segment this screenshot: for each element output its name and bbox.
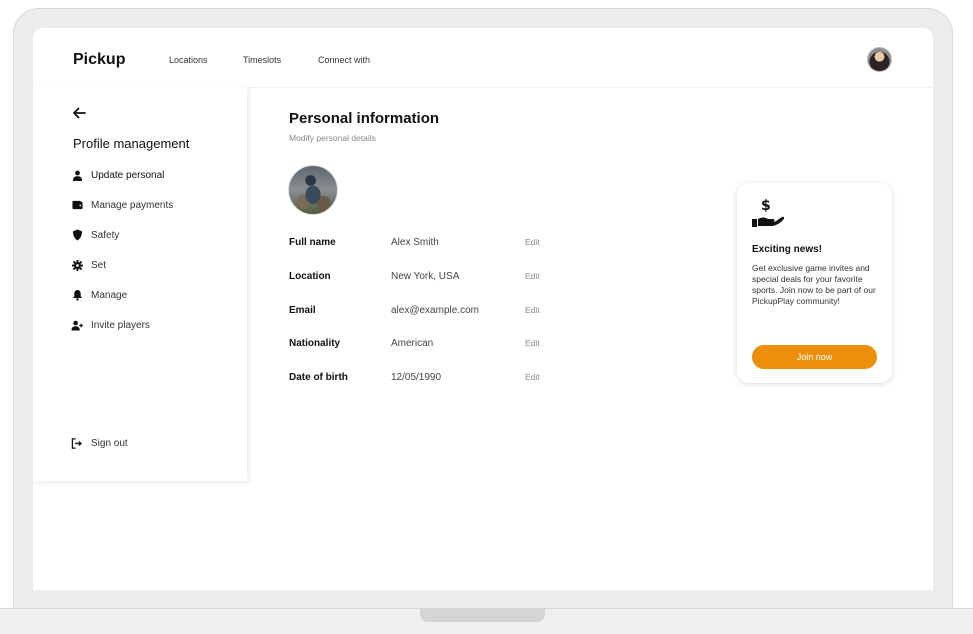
field-label: Date of birth <box>289 372 348 383</box>
edit-full-name-button[interactable]: Edit <box>525 237 540 247</box>
nav-connect-with[interactable]: Connect with <box>318 55 370 65</box>
user-icon <box>71 169 83 181</box>
field-label: Nationality <box>289 338 341 349</box>
info-row-full-name: Full name Alex Smith Edit <box>289 237 549 251</box>
edit-date-of-birth-button[interactable]: Edit <box>525 372 540 382</box>
join-now-button[interactable]: Join now <box>752 345 877 369</box>
field-value: 12/05/1990 <box>391 372 442 383</box>
hand-dollar-icon: $ <box>751 197 785 229</box>
edit-email-button[interactable]: Edit <box>525 305 540 315</box>
info-row-location: Location New York, USA Edit <box>289 271 549 285</box>
sidebar-item-update-personal[interactable]: Update personal <box>71 168 164 182</box>
sidebar-item-invite-players[interactable]: Invite players <box>71 318 150 332</box>
sidebar: Profile management Update personal Manag… <box>33 87 247 481</box>
nav-locations[interactable]: Locations <box>169 55 208 65</box>
sidebar-item-manage-payments[interactable]: Manage payments <box>71 198 173 212</box>
sidebar-item-label: Manage <box>91 289 128 301</box>
field-label: Location <box>289 271 331 282</box>
sidebar-item-label: Safety <box>91 229 120 241</box>
promo-description: Get exclusive game invites and special d… <box>752 263 876 306</box>
field-value: New York, USA <box>391 271 460 282</box>
edit-nationality-button[interactable]: Edit <box>525 338 540 348</box>
edit-location-button[interactable]: Edit <box>525 271 540 281</box>
sidebar-item-manage[interactable]: Manage <box>71 288 127 302</box>
promo-title: Exciting news! <box>752 244 823 255</box>
shield-icon <box>71 229 83 241</box>
field-value: Alex Smith <box>391 237 439 248</box>
nav-timeslots[interactable]: Timeslots <box>243 55 281 65</box>
sidebar-item-label: Invite players <box>91 319 150 331</box>
sign-out-button[interactable]: Sign out <box>71 436 128 450</box>
page-title: Personal information <box>289 110 440 127</box>
bell-icon <box>71 289 83 301</box>
sidebar-item-label: Set <box>91 259 107 271</box>
field-label: Email <box>289 305 316 316</box>
info-row-email: Email alex@example.com Edit <box>289 305 549 319</box>
sign-out-label: Sign out <box>91 437 128 449</box>
laptop-notch <box>420 609 545 622</box>
brand-logo[interactable]: Pickup <box>73 51 125 69</box>
field-label: Full name <box>289 237 336 248</box>
sidebar-item-safety[interactable]: Safety <box>71 228 119 242</box>
field-value: alex@example.com <box>391 305 479 316</box>
sidebar-item-label: Update personal <box>91 169 165 181</box>
field-value: American <box>391 338 434 349</box>
page-subtitle: Modify personal details <box>289 133 376 143</box>
svg-text:$: $ <box>761 198 771 214</box>
user-plus-icon <box>71 319 83 331</box>
info-row-date-of-birth: Date of birth 12/05/1990 Edit <box>289 372 549 386</box>
top-navbar: Pickup Locations Timeslots Connect with <box>33 28 933 88</box>
back-arrow-icon[interactable] <box>71 105 87 121</box>
info-row-nationality: Nationality American Edit <box>289 338 549 352</box>
sidebar-item-set[interactable]: Set <box>71 258 106 272</box>
sign-out-icon <box>71 437 83 449</box>
profile-photo[interactable] <box>288 165 338 215</box>
user-avatar[interactable] <box>867 47 892 72</box>
wallet-icon <box>71 199 83 211</box>
sidebar-item-label: Manage payments <box>91 199 174 211</box>
gear-icon <box>71 259 83 271</box>
app-screen: Pickup Locations Timeslots Connect with … <box>33 28 933 590</box>
sidebar-title: Profile management <box>73 136 190 151</box>
promo-card: $ Exciting news! Get exclusive game invi… <box>737 183 892 383</box>
